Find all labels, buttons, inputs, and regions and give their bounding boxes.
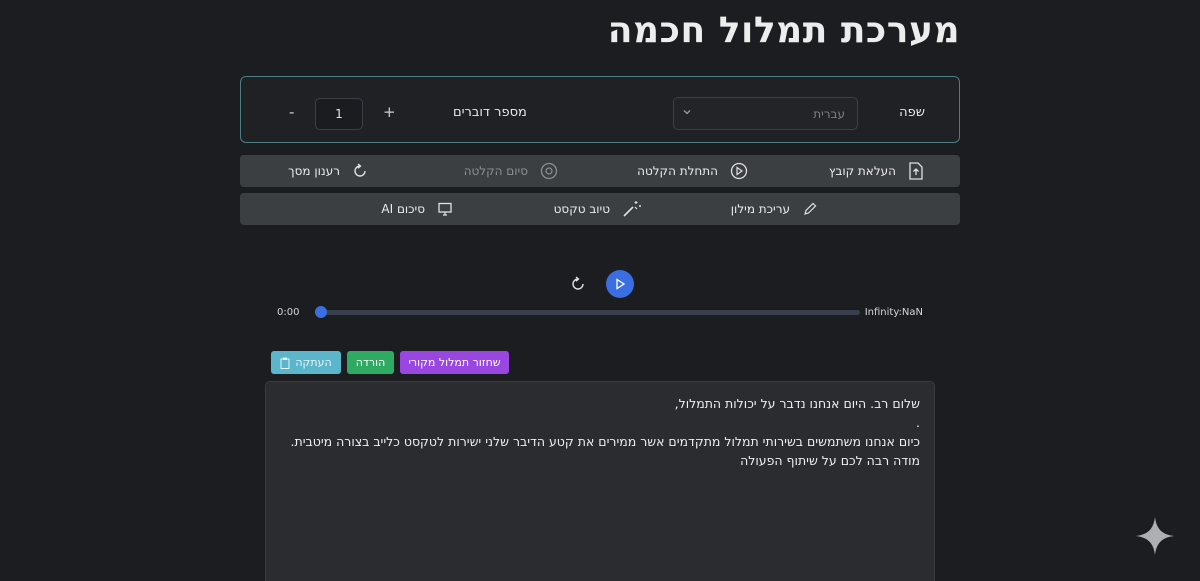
transcript-line: . bbox=[916, 415, 920, 430]
magic-wand-icon bbox=[622, 200, 642, 218]
download-button[interactable]: הורדה bbox=[347, 351, 394, 374]
edit-dictionary-button[interactable]: עריכת מילון bbox=[731, 193, 818, 225]
play-button[interactable] bbox=[606, 270, 634, 298]
main-toolbar: העלאת קובץ התחלת הקלטה סיום הקלטה רענון … bbox=[240, 155, 960, 187]
refresh-screen-label: רענון מסך bbox=[288, 164, 340, 178]
transcript-textarea[interactable]: שלום רב. היום אנחנו נדבר על יכולות התמלו… bbox=[265, 381, 935, 581]
speakers-count-input[interactable] bbox=[315, 98, 363, 130]
audio-player: 0:00 Infinity:NaN bbox=[265, 255, 935, 330]
file-upload-icon bbox=[908, 162, 924, 180]
language-select[interactable]: עברית bbox=[673, 97, 858, 130]
stop-circle-icon bbox=[540, 162, 558, 180]
sparkle-icon bbox=[1134, 515, 1176, 561]
transcript-line: כיום אנחנו משתמשים בשירותי תמלול מתקדמים… bbox=[290, 434, 920, 449]
end-recording-label: סיום הקלטה bbox=[463, 164, 528, 178]
page-title: מערכת תמלול חכמה bbox=[607, 10, 960, 51]
replay-icon[interactable] bbox=[570, 276, 586, 296]
seek-thumb[interactable] bbox=[315, 306, 327, 318]
upload-file-label: העלאת קובץ bbox=[828, 164, 896, 178]
edit-dictionary-label: עריכת מילון bbox=[730, 202, 790, 216]
start-recording-button[interactable]: התחלת הקלטה bbox=[637, 155, 748, 187]
tools-toolbar: עריכת מילון טיוב טקסט סיכום AI bbox=[240, 193, 960, 225]
copy-label: העתקה bbox=[295, 356, 332, 369]
start-recording-label: התחלת הקלטה bbox=[637, 164, 718, 178]
improve-text-button[interactable]: טיוב טקסט bbox=[554, 193, 642, 225]
transcript-line: מודה רבה לכם על שיתוף הפעולה bbox=[740, 453, 920, 468]
transcript-line: שלום רב. היום אנחנו נדבר על יכולות התמלו… bbox=[674, 396, 920, 411]
download-label: הורדה bbox=[355, 356, 386, 369]
improve-text-label: טיוב טקסט bbox=[553, 202, 610, 216]
language-label: שפה bbox=[899, 105, 925, 120]
refresh-screen-button[interactable]: רענון מסך bbox=[288, 155, 368, 187]
upload-file-button[interactable]: העלאת קובץ bbox=[829, 155, 924, 187]
restore-original-label: שחזור תמלול מקורי bbox=[408, 356, 501, 369]
decrement-speakers-button[interactable]: - bbox=[289, 103, 294, 121]
increment-speakers-button[interactable]: + bbox=[383, 103, 396, 121]
chevron-down-icon bbox=[682, 107, 692, 120]
clipboard-icon bbox=[280, 357, 290, 369]
restore-original-button[interactable]: שחזור תמלול מקורי bbox=[400, 351, 509, 374]
total-time: Infinity:NaN bbox=[864, 307, 923, 318]
ai-summary-label: סיכום AI bbox=[381, 202, 425, 216]
seek-bar[interactable] bbox=[315, 306, 860, 318]
monitor-icon bbox=[437, 201, 453, 217]
ai-summary-button[interactable]: סיכום AI bbox=[381, 193, 475, 225]
refresh-icon bbox=[352, 163, 368, 179]
language-value: עברית bbox=[813, 107, 845, 121]
settings-panel: שפה עברית מספר דוברים + - bbox=[240, 76, 960, 143]
copy-button[interactable]: העתקה bbox=[271, 351, 341, 374]
end-recording-button[interactable]: סיום הקלטה bbox=[464, 155, 558, 187]
current-time: 0:00 bbox=[277, 307, 300, 318]
pencil-icon bbox=[802, 201, 818, 217]
speakers-label: מספר דוברים bbox=[453, 105, 527, 120]
play-icon bbox=[614, 278, 626, 290]
play-circle-icon bbox=[730, 162, 748, 180]
